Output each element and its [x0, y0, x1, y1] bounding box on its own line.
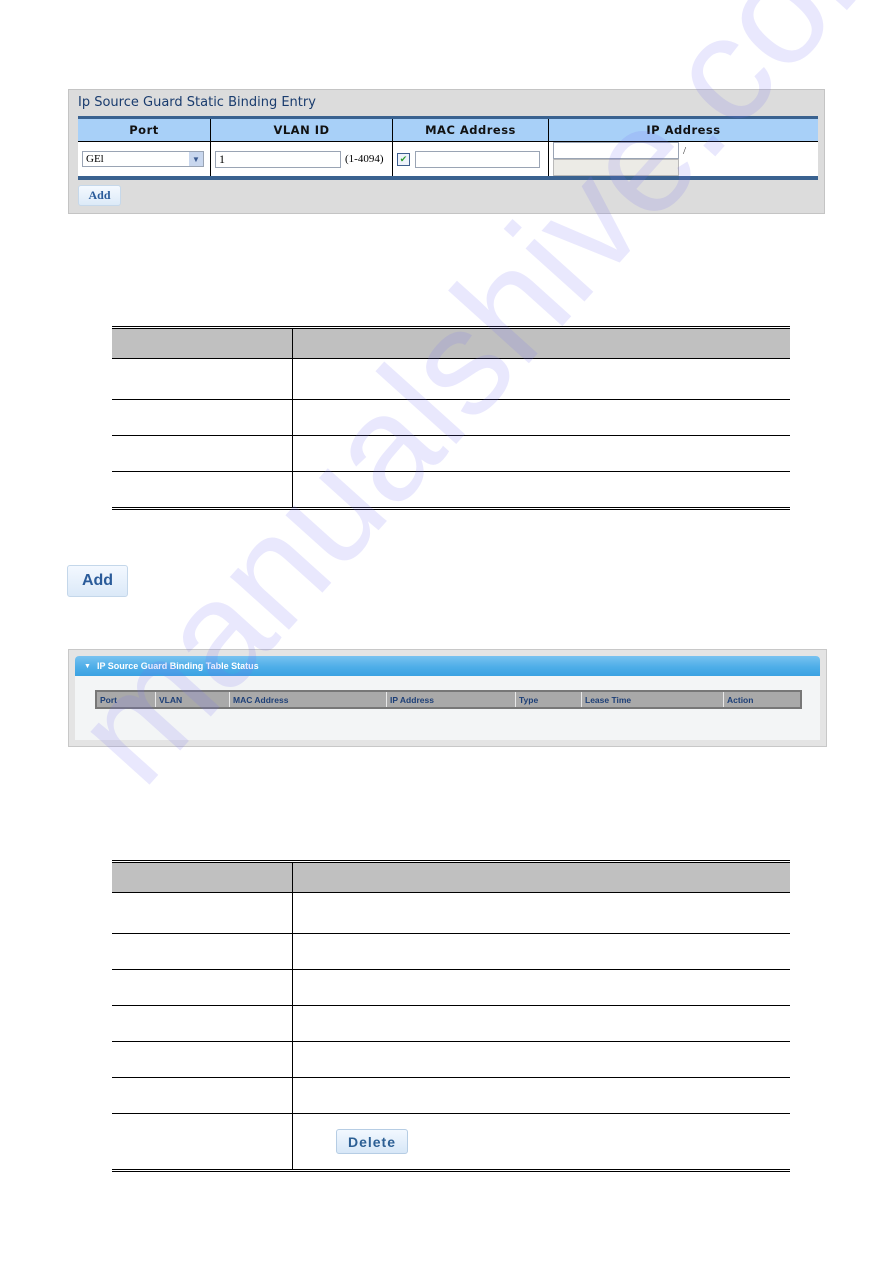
port-select[interactable]: GEl ▼ — [82, 151, 204, 168]
check-icon: ✔ — [399, 153, 408, 164]
table-cell-object — [112, 435, 293, 472]
chevron-down-icon[interactable]: ▼ — [189, 152, 203, 167]
status-panel-title: IP Source Guard Binding Table Status — [96, 661, 259, 671]
vlan-id-cell: 1 (1-4094) — [210, 141, 393, 178]
table-cell-object — [112, 358, 293, 400]
table-header-description — [292, 327, 790, 359]
table-cell-description — [292, 1077, 790, 1114]
mac-address-input[interactable] — [415, 150, 540, 168]
column-header-mac-address: MAC Address — [229, 691, 387, 708]
static-binding-entry-table: Port VLAN ID MAC Address IP Address GEl … — [78, 116, 818, 180]
column-header-type: Type — [515, 691, 582, 708]
table-row — [112, 471, 791, 509]
parameter-table-status: Delete — [112, 860, 790, 1172]
table-row — [112, 1041, 790, 1078]
table-row — [112, 969, 790, 1006]
table-header-description — [292, 861, 790, 893]
column-header-ip-address: IP Address — [548, 117, 818, 142]
table-row — [112, 892, 790, 934]
column-header-port: Port — [95, 691, 156, 708]
table-cell-description — [292, 892, 790, 934]
table-row — [112, 435, 790, 472]
vlan-id-input[interactable]: 1 — [215, 150, 341, 168]
table-cell-object — [112, 892, 293, 934]
table-cell-object — [112, 1005, 293, 1042]
status-panel-header[interactable]: ▼ IP Source Guard Binding Table Status — [75, 656, 820, 676]
static-binding-entry-panel: Ip Source Guard Static Binding Entry Por… — [68, 89, 825, 214]
ip-address-input[interactable] — [553, 142, 679, 159]
table-header-object — [112, 327, 293, 359]
ip-separator: / — [683, 144, 687, 157]
column-header-action: Action — [723, 691, 802, 708]
vlan-range-hint: (1-4094) — [345, 153, 384, 165]
table-row — [112, 399, 790, 436]
column-header-ip-address: IP Address — [386, 691, 516, 708]
mac-address-checkbox[interactable]: ✔ — [397, 152, 410, 166]
ip-address-cell: / — [549, 142, 819, 179]
port-select-value: GEl — [86, 153, 104, 166]
binding-status-table: Port VLAN MAC Address IP Address Type Le… — [95, 690, 802, 709]
table-row — [112, 1005, 790, 1042]
table-row — [112, 1077, 790, 1114]
table-cell-description — [292, 969, 790, 1006]
column-header-vlan: VLAN — [155, 691, 230, 708]
table-cell-object — [112, 1113, 293, 1171]
collapse-triangle-icon[interactable]: ▼ — [84, 663, 91, 670]
table-cell-description — [293, 472, 791, 509]
table-cell-object — [112, 969, 293, 1006]
table-header-object — [112, 861, 293, 893]
table-cell-description — [292, 435, 790, 472]
mac-address-cell: ✔ — [392, 141, 549, 178]
table-cell-description — [292, 1005, 790, 1042]
table-cell-object — [112, 399, 293, 436]
status-panel-body: ▼ IP Source Guard Binding Table Status P… — [75, 656, 820, 740]
table-cell-description: Delete — [293, 1114, 791, 1171]
column-header-port: Port — [78, 117, 211, 142]
column-header-mac-address: MAC Address — [392, 117, 549, 142]
table-cell-description — [292, 933, 790, 970]
port-cell: GEl ▼ — [78, 141, 211, 178]
table-cell-description — [292, 399, 790, 436]
parameter-table-entry — [112, 326, 790, 510]
table-row: Delete — [112, 1113, 791, 1171]
ip-mask-input[interactable] — [553, 159, 679, 176]
table-cell-object — [112, 1077, 293, 1114]
table-row — [112, 933, 790, 970]
column-header-lease-time: Lease Time — [581, 691, 724, 708]
delete-button-illustration[interactable]: Delete — [336, 1129, 408, 1154]
table-cell-description — [292, 358, 790, 400]
add-button-illustration[interactable]: Add — [67, 565, 128, 597]
table-row — [112, 358, 790, 400]
table-cell-object — [112, 1041, 293, 1078]
panel-title: Ip Source Guard Static Binding Entry — [78, 95, 316, 110]
table-cell-object — [112, 933, 293, 970]
binding-table-status-panel: ▼ IP Source Guard Binding Table Status P… — [68, 649, 827, 747]
column-header-vlan-id: VLAN ID — [210, 117, 393, 142]
add-button[interactable]: Add — [78, 185, 121, 206]
table-cell-description — [292, 1041, 790, 1078]
table-cell-object — [112, 471, 293, 509]
